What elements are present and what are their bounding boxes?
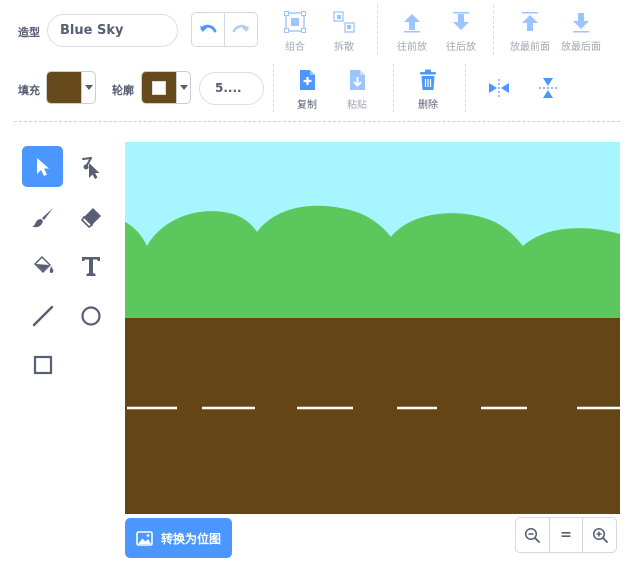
zoom-controls: = (515, 517, 617, 553)
send-to-back-icon (569, 10, 593, 34)
backdrop-drawing (125, 142, 620, 514)
backward-label: 往后放 (446, 42, 476, 53)
reshape-icon (81, 156, 99, 179)
chevron-down-icon (81, 72, 95, 103)
chevron-down-icon (176, 72, 190, 103)
tool-reshape[interactable] (70, 146, 111, 187)
divider (273, 64, 274, 112)
copy-label: 复制 (297, 100, 317, 111)
paint-canvas[interactable] (125, 142, 620, 514)
undo-button[interactable] (192, 13, 225, 46)
arrow-cursor-icon (36, 157, 49, 176)
outline-width-input[interactable]: 5.... (199, 72, 264, 105)
group-label: 组合 (285, 42, 305, 53)
tool-circle[interactable] (70, 295, 111, 336)
back-label: 放最后面 (561, 42, 601, 53)
outline-color-picker[interactable] (141, 71, 191, 104)
brush-icon (31, 207, 53, 227)
zoom-out-button[interactable] (516, 518, 550, 552)
fill-color-swatch (47, 72, 81, 103)
front-button[interactable]: 放最前面 (502, 10, 558, 53)
toolbar-divider (14, 121, 620, 122)
arrow-down-icon (449, 10, 473, 34)
outline-color-swatch (142, 72, 176, 103)
copy-button[interactable]: 复制 (279, 68, 335, 111)
zoom-in-button[interactable] (583, 518, 616, 552)
paint-bucket-icon (33, 255, 53, 273)
flip-horizontal-icon (489, 79, 509, 97)
arrow-up-icon (400, 10, 424, 34)
paste-label: 粘贴 (347, 100, 367, 111)
delete-label: 删除 (418, 100, 438, 111)
costume-name-input[interactable]: Blue Sky (47, 14, 178, 47)
image-icon (136, 530, 153, 546)
fill-label: 填充 (18, 84, 40, 97)
ground (125, 318, 620, 514)
forward-button[interactable]: 往前放 (384, 10, 440, 53)
group-icon (283, 10, 307, 34)
outline-label: 轮廓 (112, 84, 134, 97)
divider (493, 5, 494, 55)
zoom-reset-label: = (560, 527, 572, 543)
back-button[interactable]: 放最后面 (553, 10, 609, 53)
zoom-out-icon (525, 527, 541, 543)
text-icon (81, 256, 100, 276)
fill-color-picker[interactable] (46, 71, 96, 104)
eraser-icon (80, 207, 101, 228)
tool-select[interactable] (22, 146, 63, 187)
line-icon (32, 305, 53, 326)
paste-icon (345, 68, 369, 92)
paste-button[interactable]: 粘贴 (329, 68, 385, 111)
tool-eraser[interactable] (70, 196, 111, 237)
flip-vertical-button[interactable] (537, 76, 559, 100)
tool-brush[interactable] (22, 196, 63, 237)
copy-icon (295, 68, 319, 92)
circle-icon (80, 305, 101, 326)
costume-label: 造型 (18, 26, 40, 39)
undo-icon (200, 24, 217, 32)
bring-to-front-icon (518, 10, 542, 34)
delete-button[interactable]: 删除 (400, 68, 456, 111)
convert-to-bitmap-label: 转换为位图 (160, 531, 221, 546)
redo-icon (232, 24, 249, 32)
flip-vertical-icon (539, 78, 557, 98)
tool-fill[interactable] (22, 245, 63, 286)
tool-text[interactable] (70, 245, 111, 286)
trash-icon (416, 68, 440, 92)
redo-button[interactable] (225, 13, 257, 46)
backward-button[interactable]: 往后放 (433, 10, 489, 53)
rectangle-icon (33, 355, 52, 374)
convert-to-bitmap-button[interactable]: 转换为位图 (125, 518, 232, 558)
undo-redo-group (191, 12, 258, 47)
group-button[interactable]: 组合 (267, 10, 323, 53)
ungroup-icon (332, 10, 356, 34)
forward-label: 往前放 (397, 42, 427, 53)
ungroup-label: 拆散 (334, 42, 354, 53)
flip-horizontal-button[interactable] (487, 77, 511, 99)
front-label: 放最前面 (510, 42, 550, 53)
divider (393, 64, 394, 112)
divider (465, 64, 466, 112)
ungroup-button[interactable]: 拆散 (316, 10, 372, 53)
tool-line[interactable] (22, 295, 63, 336)
zoom-in-icon (592, 527, 608, 543)
zoom-reset-button[interactable]: = (550, 518, 584, 552)
divider (377, 5, 378, 55)
tool-rectangle[interactable] (22, 344, 63, 385)
